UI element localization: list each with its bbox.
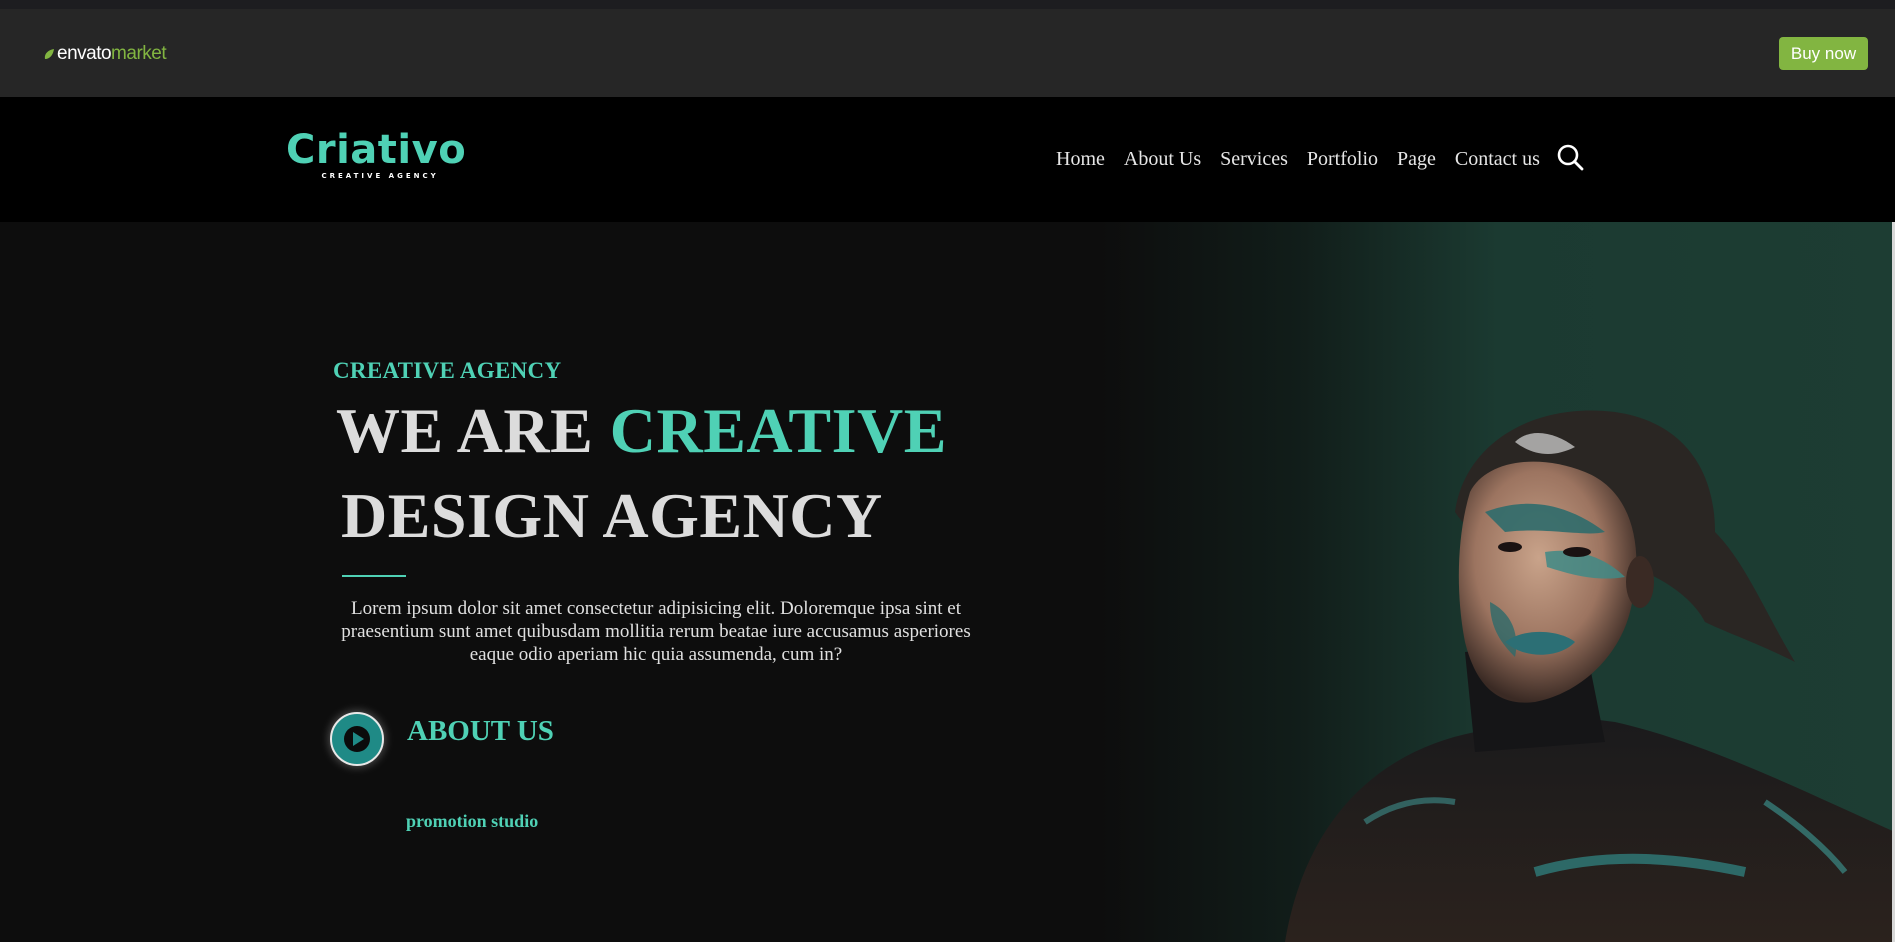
buy-now-button[interactable]: Buy now bbox=[1779, 37, 1868, 70]
nav-page[interactable]: Page bbox=[1397, 148, 1436, 171]
headline-accent: CREATIVE bbox=[609, 395, 947, 466]
envato-leaf-icon bbox=[44, 49, 54, 59]
nav-home[interactable]: Home bbox=[1056, 148, 1105, 171]
hero-lead-text: Lorem ipsum dolor sit amet consectetur a… bbox=[341, 598, 971, 665]
hero-eyebrow: CREATIVE AGENCY bbox=[333, 358, 562, 383]
hero-portrait-image bbox=[1285, 410, 1895, 942]
nav-about-us[interactable]: About Us bbox=[1124, 148, 1201, 171]
nav-contact-us[interactable]: Contact us bbox=[1455, 148, 1540, 171]
search-icon[interactable] bbox=[1556, 143, 1584, 171]
envato-market-logo[interactable]: envato market bbox=[43, 42, 167, 66]
headline-part1: WE ARE bbox=[336, 395, 610, 466]
hero-headline-line1: WE ARE CREATIVE bbox=[336, 394, 947, 468]
main-nav: Home About Us Services Portfolio Page Co… bbox=[1056, 148, 1559, 171]
envato-logo-text: envato bbox=[57, 43, 112, 64]
envato-preview-bar: envato market Buy now bbox=[0, 9, 1895, 97]
hero-section: CREATIVE AGENCY WE ARE CREATIVE DESIGN A… bbox=[0, 222, 1895, 942]
hero-divider bbox=[342, 575, 406, 577]
about-us-link[interactable]: ABOUT US bbox=[407, 715, 554, 748]
hero-headline-line2: DESIGN AGENCY bbox=[341, 480, 883, 551]
site-logo[interactable]: Criativo CREATIVE AGENCY bbox=[286, 129, 466, 180]
browser-top-strip bbox=[0, 0, 1895, 9]
nav-portfolio[interactable]: Portfolio bbox=[1307, 148, 1378, 171]
play-icon bbox=[344, 726, 370, 752]
market-logo-text: market bbox=[111, 43, 167, 64]
brand-tagline: CREATIVE AGENCY bbox=[321, 172, 439, 180]
promotion-studio-label: promotion studio bbox=[406, 811, 539, 831]
nav-services[interactable]: Services bbox=[1220, 148, 1288, 171]
play-video-button[interactable] bbox=[330, 712, 384, 766]
brand-name: Criativo bbox=[286, 127, 467, 173]
site-header: Criativo CREATIVE AGENCY Home About Us S… bbox=[0, 97, 1895, 222]
